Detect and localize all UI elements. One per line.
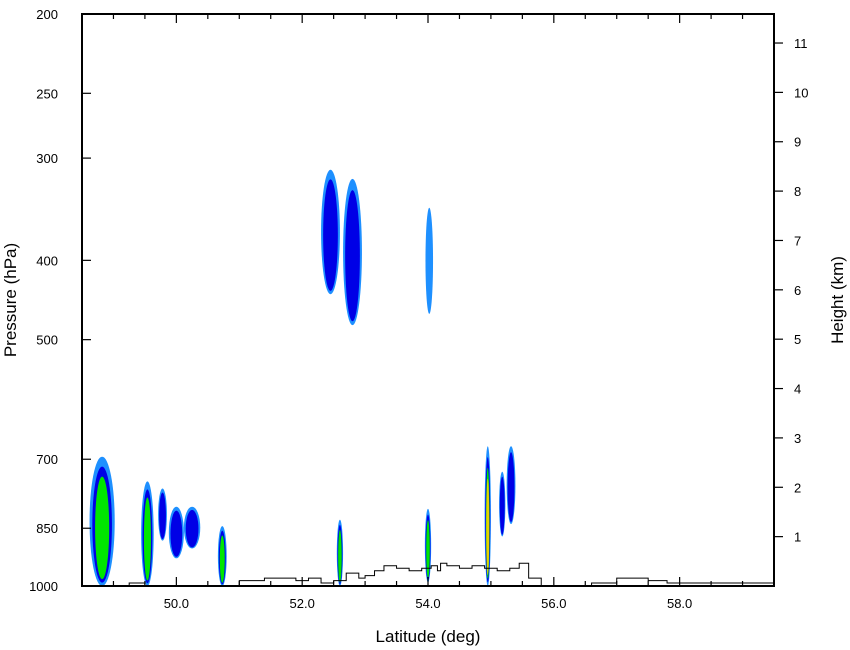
pressure-tick-label: 500 — [36, 333, 58, 348]
contour-blob-13-level-2 — [507, 452, 515, 522]
left-axis-title: Pressure (hPa) — [1, 243, 20, 357]
height-tick-label: 4 — [794, 382, 801, 397]
contour-blob-0-level-3 — [95, 476, 110, 580]
contour-blob-11-level-4 — [486, 478, 490, 575]
contour-blob-8-level-3 — [338, 529, 342, 583]
x-tick-label: 58.0 — [667, 596, 692, 611]
x-axis-title: Latitude (deg) — [376, 627, 481, 646]
height-tick-label: 10 — [794, 85, 808, 100]
contour-blob-4-level-2 — [185, 509, 199, 548]
x-tick-label: 50.0 — [164, 596, 189, 611]
x-tick-label: 54.0 — [415, 596, 440, 611]
height-tick-label: 2 — [794, 480, 801, 495]
height-tick-label: 5 — [794, 332, 801, 347]
contour-blob-12-level-2 — [499, 476, 505, 535]
pressure-tick-label: 300 — [36, 151, 58, 166]
contour-blob-6-level-2 — [323, 179, 338, 291]
right-axis-title: Height (km) — [828, 256, 847, 344]
contour-blob-3-level-2 — [170, 510, 183, 557]
contour-blob-7-level-2 — [345, 190, 360, 322]
pressure-tick-label: 1000 — [29, 579, 58, 594]
pressure-tick-label: 400 — [36, 253, 58, 268]
contour-blob-2-level-2 — [159, 492, 166, 540]
x-tick-label: 56.0 — [541, 596, 566, 611]
x-axis-ticks: 50.0 52.0 54.0 56.0 58.0 — [112, 14, 775, 611]
contour-fill-layer — [89, 169, 516, 586]
height-tick-label: 7 — [794, 233, 801, 248]
height-tick-label: 8 — [794, 184, 801, 199]
height-axis-ticks: 1 2 3 4 5 6 7 8 9 10 11 — [774, 36, 808, 545]
pressure-tick-label: 250 — [36, 86, 58, 101]
pressure-tick-label: 200 — [36, 7, 58, 22]
height-tick-label: 3 — [794, 431, 801, 446]
contour-blob-10-level-3 — [426, 520, 430, 579]
height-tick-label: 1 — [794, 530, 801, 545]
pressure-tick-label: 700 — [36, 452, 58, 467]
contour-blob-9-level-1 — [425, 207, 434, 314]
contour-blob-5-level-3 — [219, 535, 225, 583]
pressure-latitude-cross-section: 50.0 52.0 54.0 56.0 58.0 200 250 300 400 500 700 8… — [1, 7, 847, 646]
height-tick-label: 11 — [794, 36, 808, 51]
x-tick-label: 52.0 — [290, 596, 315, 611]
height-tick-label: 6 — [794, 283, 801, 298]
pressure-tick-label: 850 — [36, 521, 58, 536]
height-tick-label: 9 — [794, 135, 801, 150]
contour-blob-1-level-3 — [143, 497, 151, 581]
